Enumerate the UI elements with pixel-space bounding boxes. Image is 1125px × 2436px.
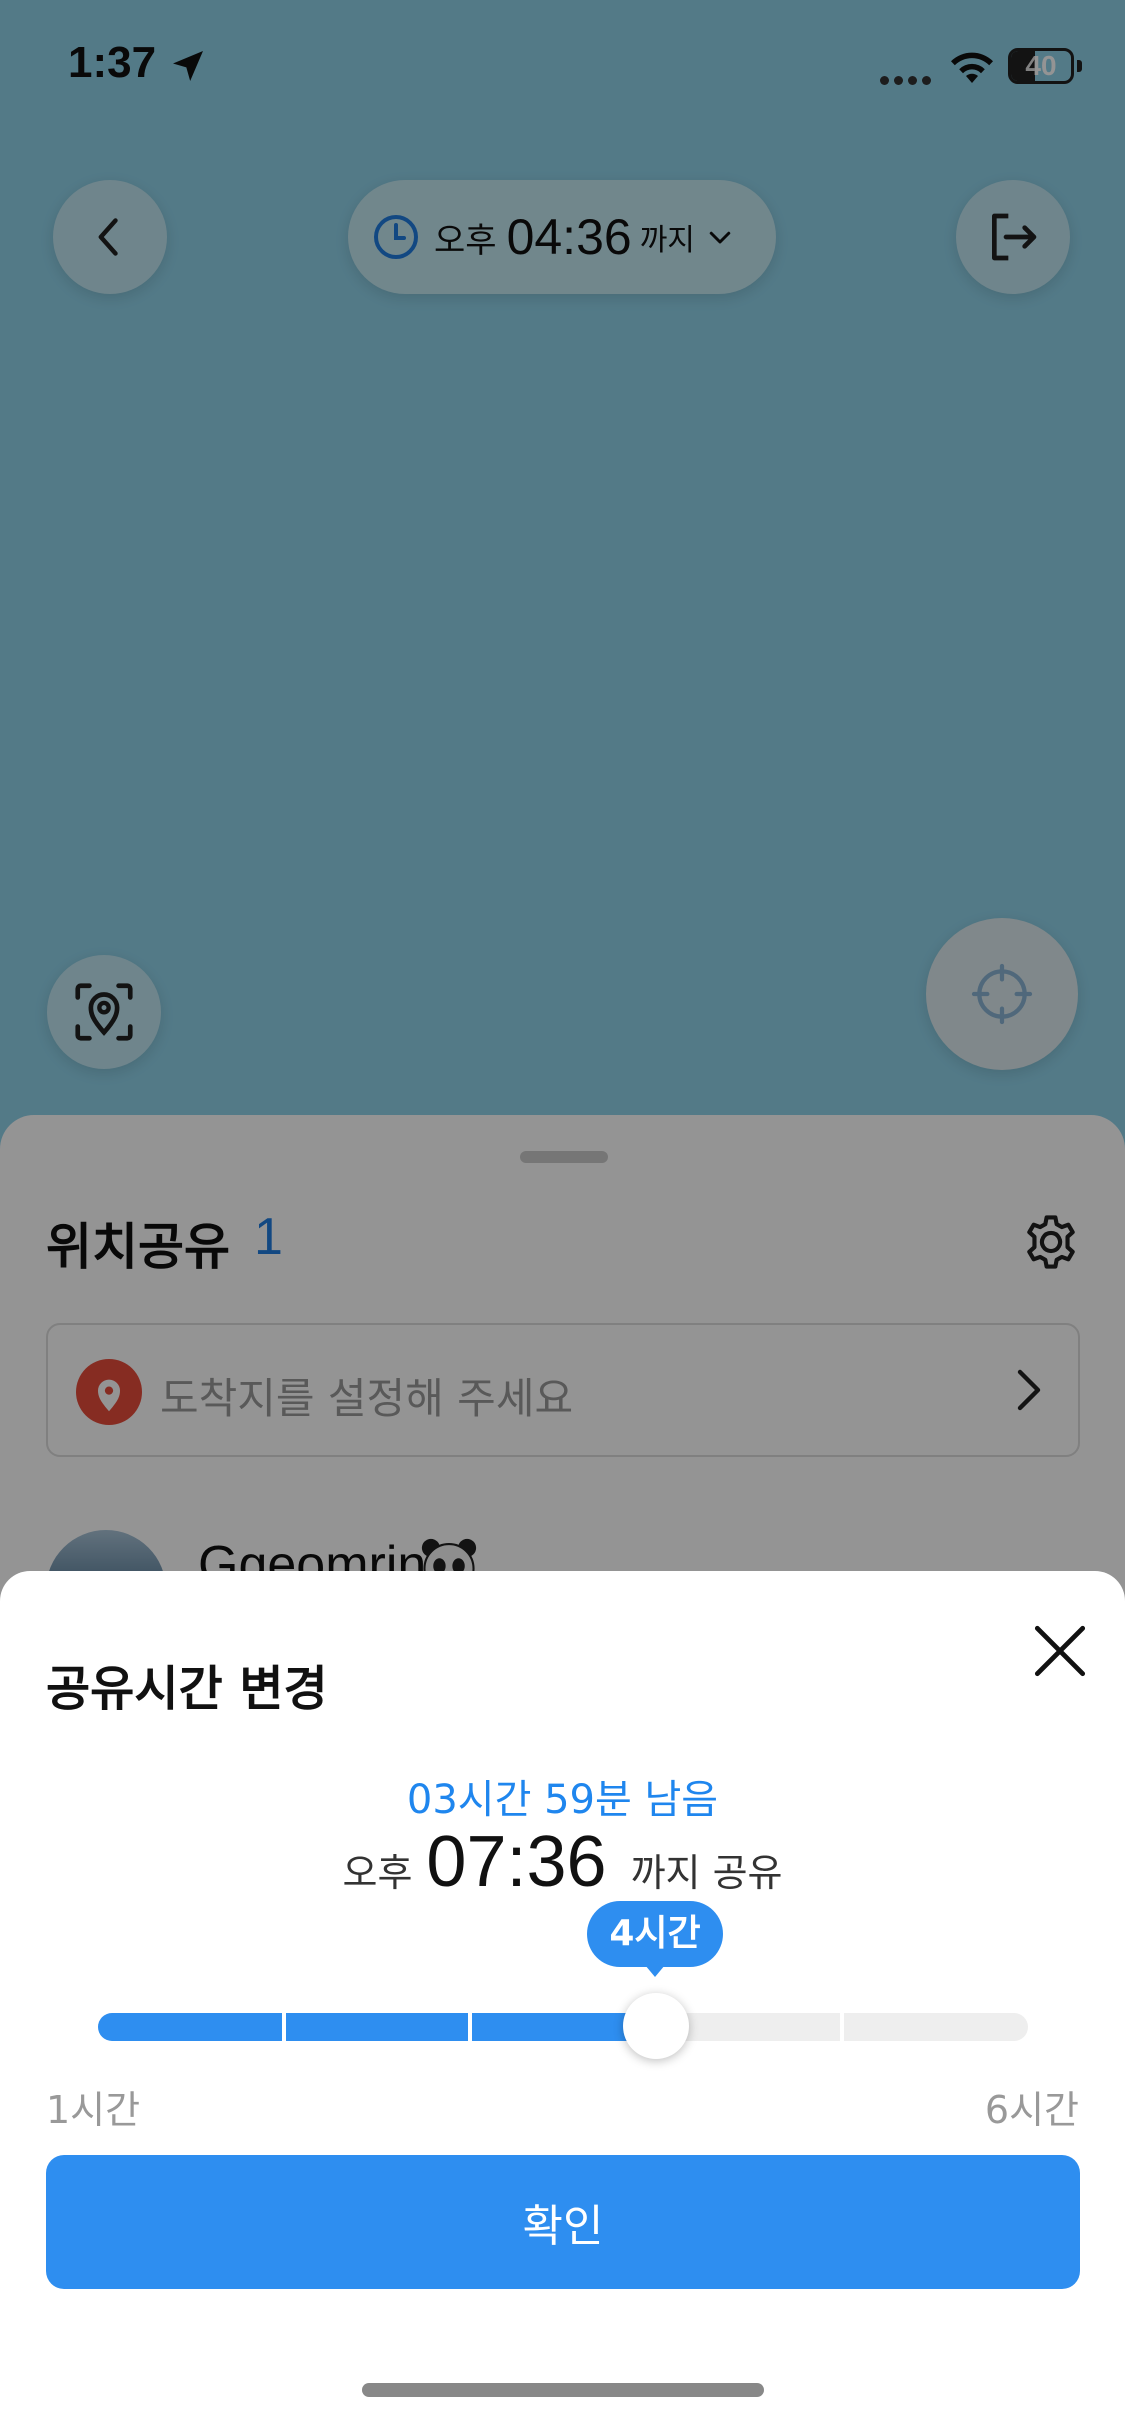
until-ampm: 오후 [342, 1851, 413, 1895]
remaining-time: 03시간 59분 남음 [406, 1777, 719, 1823]
slider-min-label: 1시간 [46, 2088, 141, 2132]
share-time-modal: 공유시간 변경 03시간 59분 남음 오후 07:36 까지 공유 4시간 1… [0, 1571, 1125, 2436]
slider-track-fill [98, 2013, 656, 2041]
until-suffix: 까지 공유 [630, 1851, 783, 1895]
screen: 1:37 40 오후 04:36 까지 위치공유 1 도착지를 설정해 주세요 … [0, 0, 1125, 2436]
confirm-button[interactable]: 확인 [46, 2155, 1080, 2289]
slider-thumb[interactable] [623, 1993, 689, 2059]
modal-title: 공유시간 변경 [46, 1661, 328, 1717]
slider-step-divider [468, 2013, 472, 2041]
share-until-row: 오후 07:36 까지 공유 [0, 1821, 1125, 1903]
slider-step-divider [840, 2013, 844, 2041]
until-time: 07:36 [426, 1822, 607, 1902]
home-indicator [362, 2383, 764, 2397]
close-icon[interactable] [1028, 1619, 1092, 1683]
slider-step-divider [282, 2013, 286, 2041]
slider-max-label: 6시간 [984, 2088, 1079, 2132]
slider-value-tooltip: 4시간 [587, 1901, 723, 1977]
